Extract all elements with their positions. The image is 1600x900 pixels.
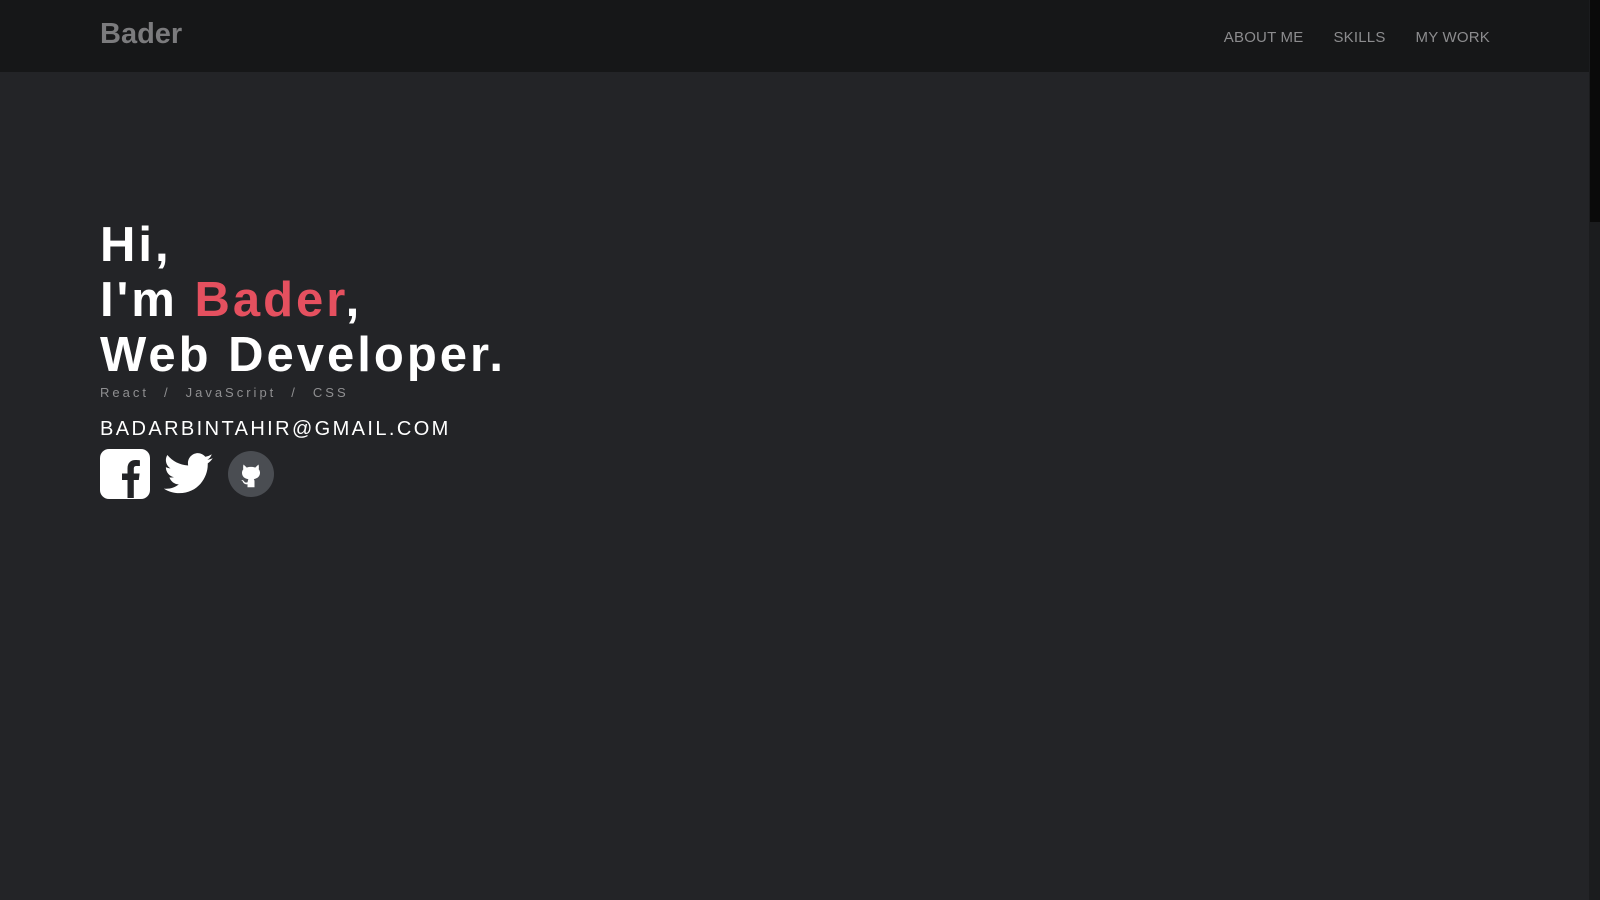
brand-logo[interactable]: Bader bbox=[100, 18, 182, 51]
hero-greeting: Hi, bbox=[100, 218, 172, 272]
hero-intro-prefix: I'm bbox=[100, 273, 195, 327]
github-icon bbox=[228, 451, 274, 497]
skills-list: React / JavaScript / CSS bbox=[100, 385, 506, 401]
hero-intro-suffix: , bbox=[345, 273, 363, 327]
scrollbar-thumb[interactable] bbox=[1590, 0, 1600, 222]
navbar: Bader ABOUT ME SKILLS MY WORK bbox=[0, 0, 1589, 72]
skill-css: CSS bbox=[312, 385, 349, 400]
nav-link-about-me[interactable]: ABOUT ME bbox=[1224, 29, 1304, 46]
nav-link-my-work[interactable]: MY WORK bbox=[1416, 29, 1490, 46]
nav-link-skills[interactable]: SKILLS bbox=[1333, 29, 1385, 46]
twitter-icon bbox=[163, 453, 214, 494]
social-links bbox=[100, 449, 506, 499]
twitter-link[interactable] bbox=[163, 453, 214, 495]
facebook-icon bbox=[100, 449, 150, 499]
hero-role: Web Developer. bbox=[100, 328, 507, 382]
skill-javascript: JavaScript bbox=[185, 385, 277, 400]
skill-separator: / bbox=[163, 385, 171, 400]
nav-links: ABOUT ME SKILLS MY WORK bbox=[1224, 29, 1490, 46]
facebook-link[interactable] bbox=[100, 449, 150, 499]
hero-intro: I'm Bader, bbox=[100, 273, 506, 328]
email-link[interactable]: BADARBINTAHIR@GMAIL.COM bbox=[100, 417, 506, 441]
hero-name: Bader bbox=[194, 273, 346, 327]
github-link[interactable] bbox=[228, 451, 274, 497]
skill-separator: / bbox=[291, 385, 298, 400]
scrollbar[interactable] bbox=[1589, 0, 1600, 900]
page: Bader ABOUT ME SKILLS MY WORK Hi, I'm Ba… bbox=[0, 0, 1600, 900]
skill-react: React bbox=[100, 385, 149, 400]
hero-section: Hi, I'm Bader, Web Developer. React / Java… bbox=[100, 218, 506, 499]
